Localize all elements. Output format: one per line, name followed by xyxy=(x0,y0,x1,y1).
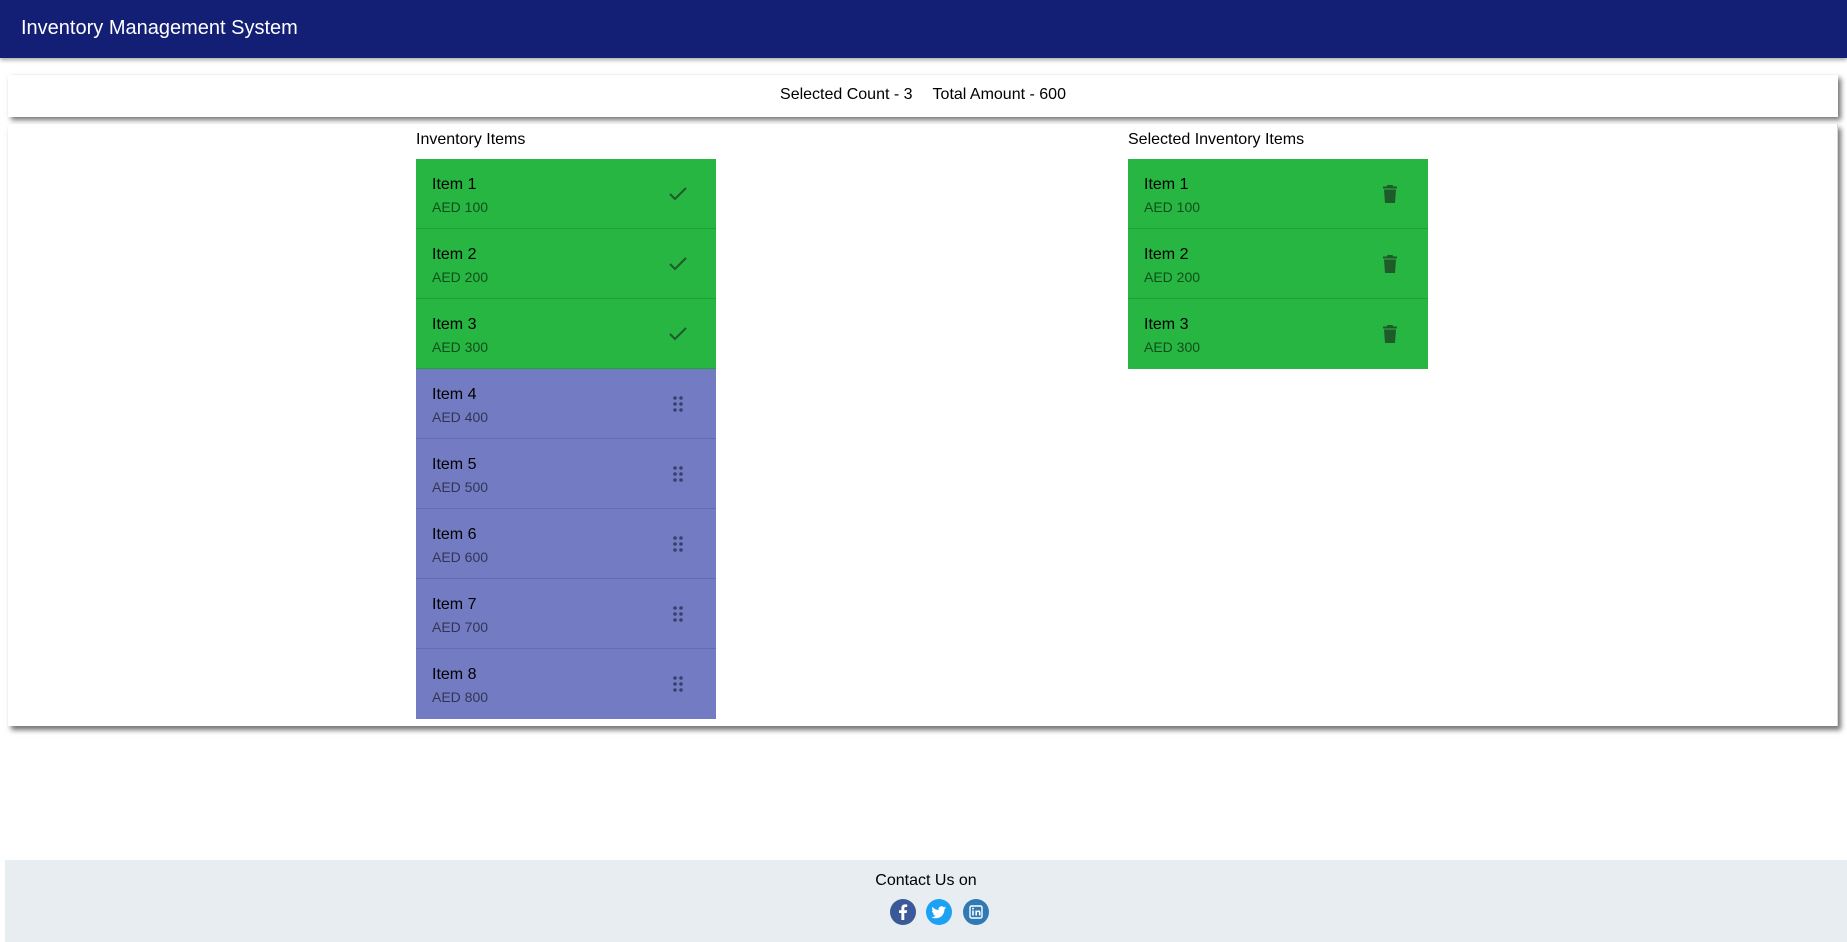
check-icon xyxy=(666,322,690,346)
item-name: Item 1 xyxy=(1144,176,1189,193)
item-price: AED 300 xyxy=(1144,339,1201,355)
selected-item-1: Item 1 AED 100 xyxy=(1128,159,1428,229)
item-price: AED 300 xyxy=(432,339,489,355)
app-bar: Inventory Management System xyxy=(0,0,1847,58)
selected-list: Item 1 AED 100 Item 2 AED 200 Item 3 AED… xyxy=(1128,159,1428,369)
selection-summary: Selected Count - 3 Total Amount - 600 xyxy=(8,75,1838,117)
drag-handle-icon[interactable] xyxy=(666,672,690,696)
item-name: Item 2 xyxy=(432,246,477,263)
selected-items-title: Selected Inventory Items xyxy=(1128,131,1305,148)
item-name: Item 1 xyxy=(432,176,477,193)
item-name: Item 4 xyxy=(432,386,477,403)
item-name: Item 7 xyxy=(432,596,477,613)
inventory-items-title: Inventory Items xyxy=(416,131,526,148)
item-name: Item 6 xyxy=(432,526,477,543)
inventory-item-4[interactable]: Item 4 AED 400 xyxy=(416,369,716,439)
item-price: AED 500 xyxy=(432,479,489,495)
total-amount: Total Amount - 600 xyxy=(932,86,1066,103)
twitter-icon[interactable] xyxy=(926,899,952,925)
inventory-item-7[interactable]: Item 7 AED 700 xyxy=(416,579,716,649)
item-name: Item 3 xyxy=(432,316,477,333)
selected-item-2: Item 2 AED 200 xyxy=(1128,229,1428,299)
item-name: Item 8 xyxy=(432,666,477,683)
delete-icon[interactable] xyxy=(1378,252,1402,276)
inventory-item-8[interactable]: Item 8 AED 800 xyxy=(416,649,716,719)
inventory-item-1[interactable]: Item 1 AED 100 xyxy=(416,159,716,229)
drag-handle-icon[interactable] xyxy=(666,602,690,626)
inventory-item-6[interactable]: Item 6 AED 600 xyxy=(416,509,716,579)
check-icon xyxy=(666,252,690,276)
item-name: Item 3 xyxy=(1144,316,1189,333)
item-price: AED 400 xyxy=(432,409,489,425)
app-title: Inventory Management System xyxy=(21,17,298,39)
drag-handle-icon[interactable] xyxy=(666,392,690,416)
inventory-list: Item 1 AED 100 Item 2 AED 200 Item 3 AED… xyxy=(416,159,716,719)
inventory-item-2[interactable]: Item 2 AED 200 xyxy=(416,229,716,299)
item-name: Item 5 xyxy=(432,456,477,473)
item-price: AED 600 xyxy=(432,549,489,565)
contact-label: Contact Us on xyxy=(875,872,977,889)
item-price: AED 200 xyxy=(432,269,489,285)
delete-icon[interactable] xyxy=(1378,182,1402,206)
linkedin-icon[interactable] xyxy=(963,899,989,925)
item-price: AED 200 xyxy=(1144,269,1201,285)
delete-icon[interactable] xyxy=(1378,322,1402,346)
drag-handle-icon[interactable] xyxy=(666,462,690,486)
item-price: AED 800 xyxy=(432,689,489,705)
selected-item-3: Item 3 AED 300 xyxy=(1128,299,1428,369)
item-price: AED 100 xyxy=(432,199,489,215)
item-price: AED 700 xyxy=(432,619,489,635)
inventory-item-3[interactable]: Item 3 AED 300 xyxy=(416,299,716,369)
main-panel: Inventory Items Item 1 AED 100 Item 2 AE… xyxy=(8,124,1838,726)
check-icon xyxy=(666,182,690,206)
inventory-item-5[interactable]: Item 5 AED 500 xyxy=(416,439,716,509)
item-name: Item 2 xyxy=(1144,246,1189,263)
facebook-icon[interactable] xyxy=(890,899,916,925)
selected-count: Selected Count - 3 xyxy=(780,86,913,103)
item-price: AED 100 xyxy=(1144,199,1201,215)
drag-handle-icon[interactable] xyxy=(666,532,690,556)
